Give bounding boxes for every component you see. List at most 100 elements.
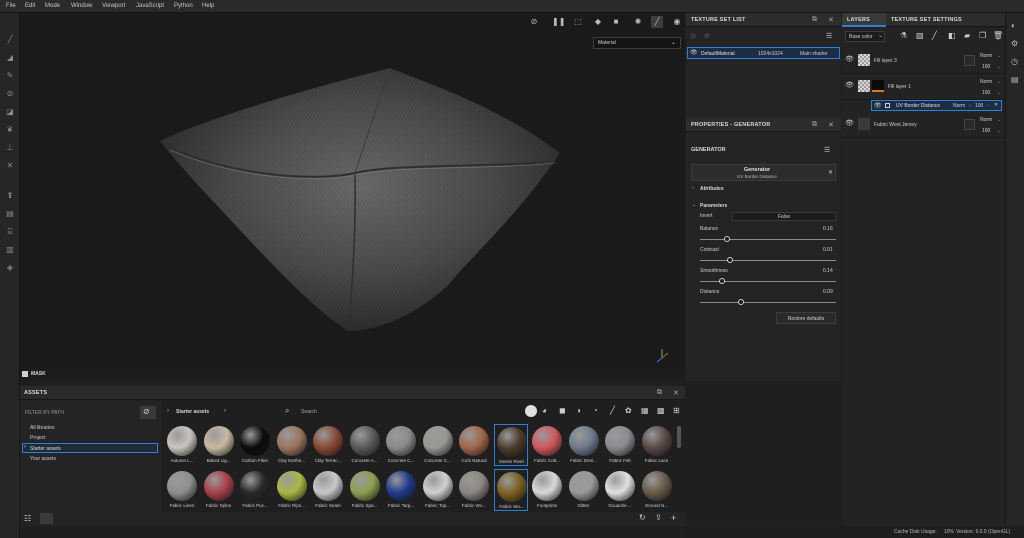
masks-icon[interactable]: ◑ xyxy=(576,406,581,415)
asset-tile[interactable]: Clay Terrac... xyxy=(311,424,345,466)
asset-tile[interactable]: Fabric Seam xyxy=(311,469,345,511)
alphas-icon[interactable]: ✿ xyxy=(625,406,632,415)
asset-tile[interactable]: Baked Lig... xyxy=(202,424,236,466)
asset-tile[interactable]: Ground N... xyxy=(640,469,674,511)
eye-icon[interactable]: 👁 xyxy=(845,55,854,63)
slider-handle[interactable] xyxy=(737,299,744,305)
geometry-mask-icon[interactable]: ⊘ xyxy=(5,89,15,99)
grid-filter-icon[interactable]: ▦ xyxy=(641,406,649,415)
asset-tile[interactable]: Concrete C... xyxy=(421,424,455,466)
tree-starter-assets[interactable]: › Starter assets xyxy=(22,443,158,453)
add-fill-icon[interactable]: ▧ xyxy=(916,31,924,40)
display-settings-icon[interactable]: ◐ xyxy=(1011,21,1016,30)
effect-row-uv-border-distance[interactable]: 👁 UV Border Distance Norm ⌄ 100 ⌄ ✕ xyxy=(871,100,1002,111)
tab-texture-set-settings[interactable]: TEXTURE SET SETTINGS xyxy=(887,13,967,27)
export-icon[interactable]: ▤ xyxy=(5,209,15,219)
document-icon[interactable]: ▥ xyxy=(5,245,15,255)
mask-toggle-icon[interactable] xyxy=(22,371,28,377)
tree-all-libraries[interactable]: All libraries xyxy=(30,425,54,431)
parameters-section[interactable]: Parameters xyxy=(700,203,727,209)
asset-tile[interactable]: Fabric Lace xyxy=(640,424,674,466)
asset-tile[interactable]: Autumn L... xyxy=(165,424,199,466)
popout-icon[interactable]: ⧉ xyxy=(812,16,817,24)
viewport[interactable]: ⊘ ❚❚ ⬚ ◆ ■ ✺ ╱ ◉ Material ⌄ xyxy=(20,13,685,381)
blend-mode[interactable]: Norm xyxy=(980,117,992,123)
menu-viewport[interactable]: Viewport xyxy=(102,3,125,9)
add-folder-icon[interactable]: ▰ xyxy=(964,31,970,40)
asset-tile[interactable]: Concrete C... xyxy=(384,424,418,466)
layer-row[interactable]: 👁 Fabric Wool Jersey Norm ⌄ 100 ⌄ xyxy=(842,113,1005,138)
close-icon[interactable]: ✕ xyxy=(994,102,998,108)
layer-mask-slot[interactable] xyxy=(964,55,975,66)
hide-icon[interactable]: ⊘ xyxy=(704,32,710,40)
brushes-icon[interactable]: ╱ xyxy=(610,406,615,415)
asset-tile[interactable]: Fabric Wo... xyxy=(457,469,491,511)
asset-tile[interactable]: Glitter xyxy=(567,469,601,511)
asset-tile[interactable]: Concrete A... xyxy=(348,424,382,466)
chevron-right-icon[interactable]: › xyxy=(224,408,226,414)
polygon-fill-icon[interactable]: ◪ xyxy=(5,107,15,117)
menu-icon[interactable]: ☰ xyxy=(826,32,832,40)
add-mask-icon[interactable]: ◧ xyxy=(948,31,956,40)
close-icon[interactable]: ✕ xyxy=(828,121,834,129)
menu-javascript[interactable]: JavaScript xyxy=(136,3,164,9)
add-effect-icon[interactable]: ⚗ xyxy=(900,31,907,40)
texture-set-row[interactable]: 👁 DefaultMaterial 1024x1024 Main shader xyxy=(687,47,840,59)
add-icon[interactable]: + xyxy=(671,513,676,523)
param-value[interactable]: 0.01 xyxy=(823,247,833,253)
scrollbar[interactable] xyxy=(677,426,681,448)
measure-icon[interactable]: ⌸ xyxy=(5,227,15,237)
asset-tile[interactable]: Fabric Felt xyxy=(603,424,637,466)
smart-materials-icon[interactable]: ◕ xyxy=(542,406,547,415)
asset-tile[interactable]: Fabric Nylon xyxy=(202,469,236,511)
duplicate-icon[interactable]: ❐ xyxy=(979,31,986,40)
close-icon[interactable]: ✕ xyxy=(673,389,679,397)
menu-help[interactable]: Help xyxy=(202,3,214,9)
layer-row[interactable]: 👁 Fill layer 3 Norm ⌄ 100 ⌄ xyxy=(842,49,1005,74)
layer-opacity[interactable]: 100 xyxy=(982,90,990,96)
smudge-icon[interactable]: ❦ xyxy=(5,125,15,135)
procedurals-icon[interactable]: ◔ xyxy=(593,406,598,415)
chevron-right-icon[interactable]: › xyxy=(692,185,694,191)
blend-mode[interactable]: Norm xyxy=(980,53,992,59)
menu-python[interactable]: Python xyxy=(174,3,193,9)
filter-toggle[interactable]: ⊘ xyxy=(140,406,156,419)
asset-tile[interactable]: Fabric Wo... xyxy=(493,469,528,511)
popout-icon[interactable]: ⧉ xyxy=(657,389,662,397)
menu-icon[interactable]: ☰ xyxy=(824,146,830,154)
attributes-section[interactable]: Attributes xyxy=(700,186,724,192)
asset-tile[interactable]: Fabric Deni... xyxy=(567,424,601,466)
close-icon[interactable]: ✕ xyxy=(828,16,834,24)
param-value[interactable]: 0.14 xyxy=(823,268,833,274)
search-input[interactable]: Search xyxy=(301,409,317,415)
view-grid-icon[interactable]: ⊞ xyxy=(673,406,680,415)
menu-file[interactable]: File xyxy=(6,3,16,9)
slider-handle[interactable] xyxy=(726,257,733,263)
history-icon[interactable]: ◷ xyxy=(1011,57,1018,66)
projection-icon[interactable]: ✎ xyxy=(5,71,15,81)
materials-filter-icon[interactable] xyxy=(525,405,537,417)
shelf-icon[interactable]: ◈ xyxy=(5,263,15,273)
layer-opacity[interactable]: 100 xyxy=(982,128,990,134)
asset-tile[interactable]: Gouache ... xyxy=(603,469,637,511)
invert-select[interactable]: False xyxy=(732,212,836,221)
settings-icon[interactable]: ⚙ xyxy=(1011,39,1018,48)
tab-layers[interactable]: LAYERS xyxy=(842,13,886,27)
asset-tile[interactable]: Fabric Cott... xyxy=(530,424,564,466)
effect-opacity[interactable]: 100 xyxy=(975,103,983,109)
asset-tile[interactable]: Fabric Spa... xyxy=(348,469,382,511)
layer-mask-slot[interactable] xyxy=(964,119,975,130)
layer-opacity[interactable]: 100 xyxy=(982,64,990,70)
visibility-icon[interactable]: ◎ xyxy=(690,32,696,40)
tree-project[interactable]: Project xyxy=(30,435,46,441)
eye-icon[interactable]: 👁 xyxy=(845,119,854,127)
slider-handle[interactable] xyxy=(724,236,731,242)
param-slider[interactable] xyxy=(700,239,836,240)
menu-edit[interactable]: Edit xyxy=(25,3,35,9)
param-slider[interactable] xyxy=(700,260,836,261)
generator-picker[interactable]: Generator UV Border Distance ✕ xyxy=(691,164,836,181)
asset-tile[interactable]: Fabric Puc... xyxy=(238,469,272,511)
eye-icon[interactable]: 👁 xyxy=(690,49,698,56)
refresh-icon[interactable]: ↻ xyxy=(639,513,646,522)
eye-icon[interactable]: 👁 xyxy=(874,102,882,109)
